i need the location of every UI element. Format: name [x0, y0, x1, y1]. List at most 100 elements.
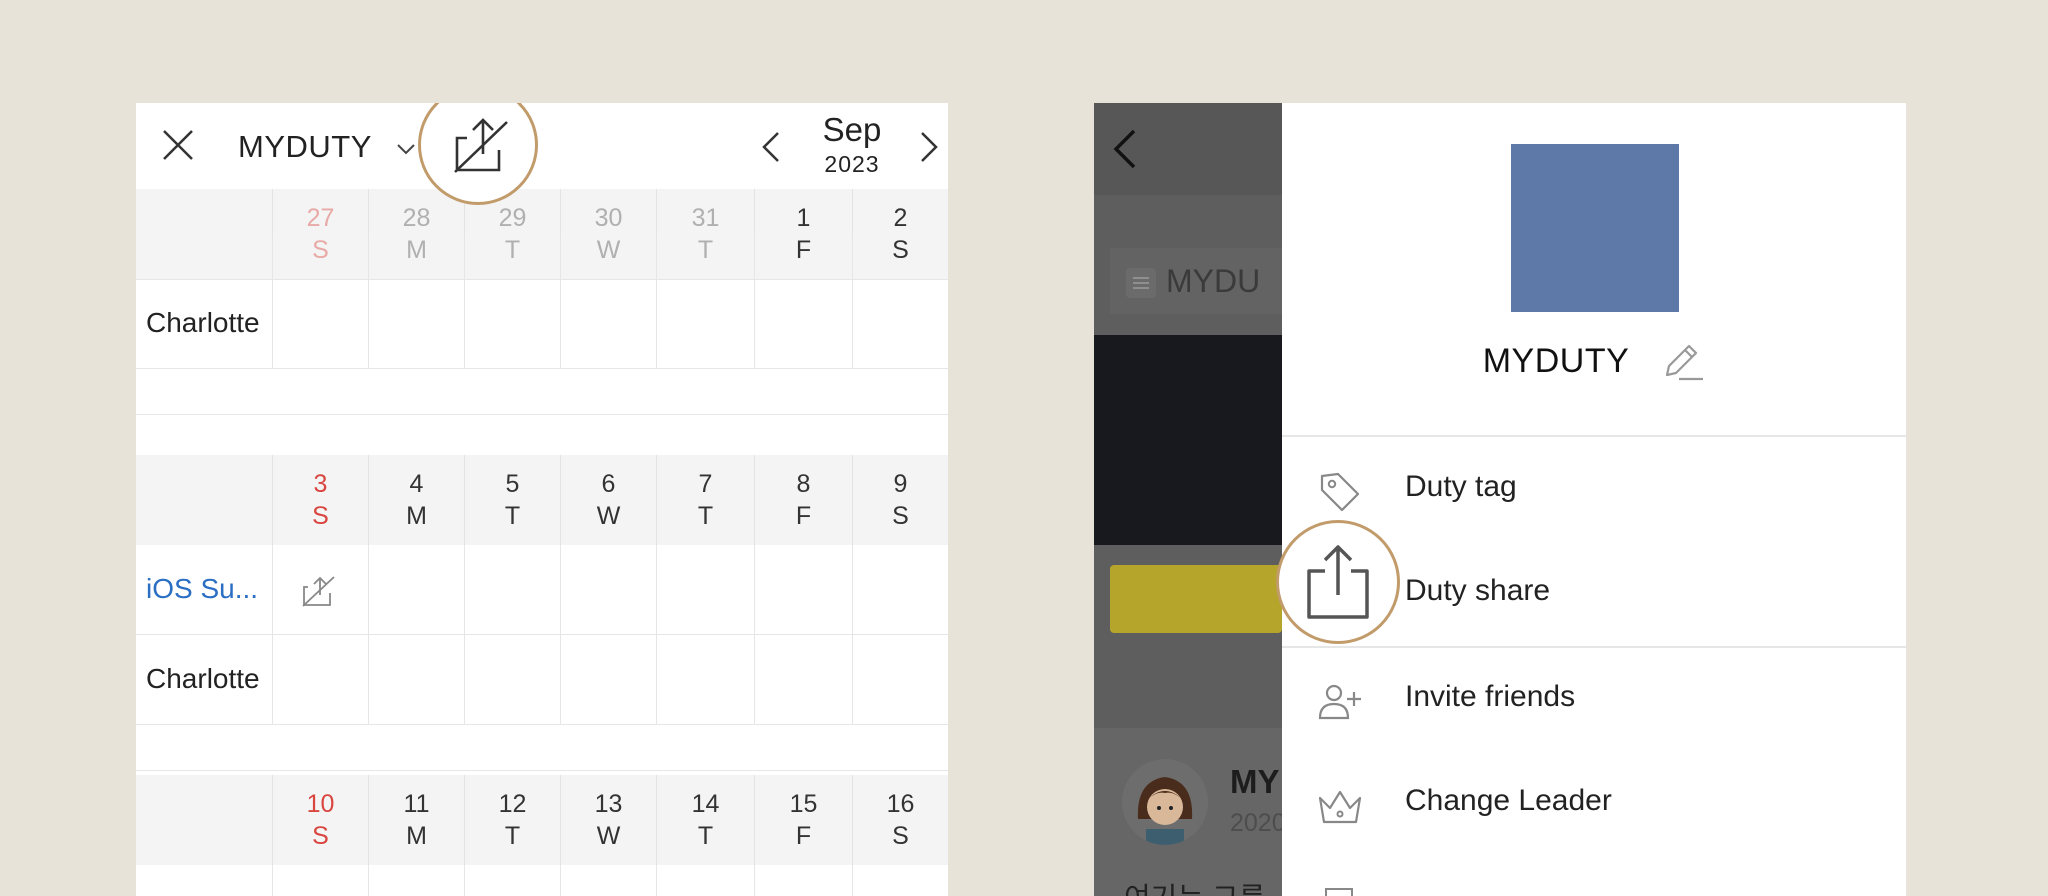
- background-button: [1110, 565, 1282, 633]
- grid-line: [656, 545, 657, 634]
- day-number: 30: [594, 204, 623, 232]
- day-header-cell: 3S: [272, 455, 368, 545]
- grid-line: [852, 235, 853, 279]
- day-number: 14: [691, 790, 720, 818]
- grid-line: [272, 865, 273, 896]
- post-date: 2020: [1230, 809, 1286, 837]
- grid-line: [754, 235, 755, 279]
- weekday-letter: T: [697, 502, 714, 530]
- weekday-letter: S: [892, 502, 909, 530]
- grid-line: [852, 545, 853, 634]
- menu-item-invite-friends[interactable]: Invite friends: [1282, 648, 1906, 752]
- chevron-left-icon[interactable]: [756, 127, 786, 167]
- grid-line: [754, 865, 755, 896]
- menu-item-change-leader[interactable]: Change Leader: [1282, 752, 1906, 856]
- background-banner: [1094, 335, 1282, 545]
- pencil-icon[interactable]: [1661, 339, 1705, 383]
- menu-item-label: Invite friends: [1405, 680, 1576, 713]
- team-image[interactable]: [1511, 144, 1679, 312]
- post-text: 여기는 그룹: [1124, 875, 1265, 896]
- menu-item-label: Change Leader: [1405, 784, 1612, 817]
- weekday-letter: F: [795, 502, 812, 530]
- menu-item-duty-tag[interactable]: Duty tag: [1282, 438, 1906, 542]
- member-row[interactable]: iOS Su...: [136, 545, 948, 635]
- grid-line: [272, 545, 273, 634]
- grid-line: [464, 279, 465, 368]
- day-header-cell: 16 S: [852, 775, 948, 865]
- calendar-header: MYDUTY Sep 2023: [136, 103, 948, 189]
- grid-line: [368, 545, 369, 634]
- grid-line: [754, 545, 755, 634]
- weekday-letter: S: [312, 822, 329, 850]
- day-number: 1: [796, 204, 811, 232]
- add-user-icon: [1318, 684, 1361, 720]
- day-number: 29: [498, 204, 527, 232]
- member-row[interactable]: Charlotte: [136, 635, 948, 725]
- weekday-letter: T: [504, 502, 521, 530]
- grid-line: [272, 279, 273, 368]
- avatar: [1122, 759, 1208, 845]
- grid-line: [368, 235, 369, 279]
- day-number: 27: [306, 204, 335, 232]
- team-menu-panel: MYDU MY 2020 여기는 그룹 MYDUTY: [1094, 103, 1906, 896]
- menu-item-icon: [1325, 888, 1353, 896]
- member-row[interactable]: Charlotte: [136, 279, 948, 369]
- day-number: 11: [403, 790, 430, 818]
- grid-line: [272, 635, 273, 724]
- back-arrow-icon[interactable]: [1110, 127, 1140, 171]
- menu-item-duty-share[interactable]: Duty share: [1276, 520, 1906, 646]
- day-number: 13: [594, 790, 623, 818]
- grid-line: [560, 279, 561, 368]
- day-number: 9: [893, 470, 908, 498]
- team-name-row: MYDUTY: [1282, 339, 1906, 383]
- day-number: 31: [691, 204, 720, 232]
- grid-line: [464, 865, 465, 896]
- grid-line: [368, 635, 369, 724]
- calendar-panel: MYDUTY Sep 2023 27 S 28 M 29 T 30 W 31 T 1 F 2 S Char…: [136, 103, 948, 896]
- week-gap: [136, 369, 948, 415]
- day-number: 12: [498, 790, 527, 818]
- grid-line: [656, 635, 657, 724]
- day-number: 3: [313, 470, 328, 498]
- menu-item-label: Duty share: [1405, 574, 1551, 607]
- grid-line: [852, 279, 853, 368]
- team-menu-sheet: MYDUTY Duty tag Duty share Invite friend…: [1276, 103, 1906, 896]
- chevron-right-icon[interactable]: [914, 127, 944, 167]
- day-number: 5: [505, 470, 520, 498]
- day-header-cell: 12 T: [464, 775, 560, 865]
- background-title: MYDU: [1166, 263, 1261, 299]
- close-icon[interactable]: [160, 127, 196, 163]
- day-header-cell: 4M: [368, 455, 464, 545]
- team-name[interactable]: MYDUTY: [238, 129, 372, 165]
- background-app-overlay: MYDU MY 2020 여기는 그룹: [1094, 103, 1286, 896]
- grid-line: [272, 235, 273, 279]
- weekday-letter: M: [406, 822, 427, 850]
- share-icon: [1307, 545, 1369, 619]
- day-header-cell: 10 S: [272, 775, 368, 865]
- share-disabled-icon[interactable]: [302, 575, 336, 607]
- chevron-down-icon[interactable]: [394, 137, 418, 161]
- month-label: Sep: [822, 111, 882, 148]
- day-number: 28: [402, 204, 431, 232]
- day-number: 16: [886, 790, 915, 818]
- weekday-letter: T: [697, 822, 714, 850]
- grid-line: [464, 545, 465, 634]
- grid-line: [754, 279, 755, 368]
- menu-item-label: Duty tag: [1405, 470, 1517, 503]
- weekday-letter: W: [596, 822, 621, 850]
- grid-line: [464, 635, 465, 724]
- weekday-letter: F: [795, 822, 812, 850]
- day-header-row: 3S4M5T6W7T8F9S: [136, 455, 948, 545]
- day-header-cell: 6W: [560, 455, 656, 545]
- member-name: iOS Su...: [146, 573, 259, 604]
- grid-line: [656, 235, 657, 279]
- day-number: 7: [698, 470, 713, 498]
- member-name: Charlotte: [146, 307, 260, 338]
- grid-line: [560, 545, 561, 634]
- post-author: MY: [1230, 763, 1280, 800]
- year-label: 2023: [824, 151, 880, 177]
- grid-line: [464, 235, 465, 279]
- grid-line: [656, 279, 657, 368]
- weekday-letter: S: [312, 502, 329, 530]
- day-number: 6: [601, 470, 616, 498]
